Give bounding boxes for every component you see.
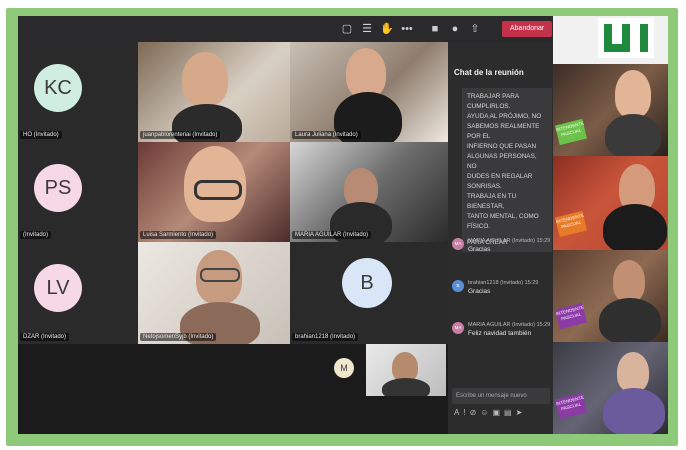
camera-icon[interactable]: ■	[428, 22, 442, 36]
video-tile: Luisa Sarmiento (Invitado)	[138, 142, 290, 242]
side-video-tile: INTENDENTE PASCUAL	[553, 342, 668, 434]
send-icon[interactable]: ➤	[516, 408, 527, 417]
chat-title: Chat de la reunión	[454, 68, 524, 77]
chat-line: DUDES EN REGALAR SONRISAS.	[467, 173, 533, 190]
chat-message-bubble: TRABAJAR PARA CUMPLIRLOS. AYUDA AL PRÓJI…	[462, 88, 552, 252]
meeting-toolbar: ▢ ☰ ✋ ••• ■ ● ⇧ Abandonar	[18, 16, 553, 42]
message-text: Gracias	[468, 246, 491, 253]
participant-name: Laura Juliana (Invitado)	[292, 131, 361, 139]
participant-name: NetojsomenSyjb (Invitado)	[140, 333, 217, 341]
filter-badge: INTENDENTE PASCUAL	[554, 118, 588, 146]
meeting-window: ▢ ☰ ✋ ••• ■ ● ⇧ Abandonar KC HO (Invitad…	[18, 16, 668, 434]
avatar: M	[334, 358, 354, 378]
filter-badge: INTENDENTE PASCUAL	[554, 210, 588, 238]
chat-line: TANTO MENTAL, COMO FÍSICO.	[467, 213, 539, 230]
participant-name: juanpablorenteriai (Invitado)	[140, 131, 221, 139]
chat-icon[interactable]: ▢	[340, 22, 354, 36]
participant-body	[599, 298, 661, 342]
video-tile	[366, 344, 446, 396]
side-video-panel: INTENDENTE PASCUAL INTENDENTE PASCUAL IN…	[553, 16, 668, 434]
raise-hand-icon[interactable]: ✋	[380, 22, 394, 36]
participant-face	[613, 260, 645, 302]
participant-body	[382, 378, 430, 396]
chat-line: TRABAJAR PARA CUMPLIRLOS.	[467, 93, 519, 110]
message-header: MARIA AGUILAR (Invitado) 15:29	[468, 238, 551, 244]
participant-tile: B brahian1218 (Invitado)	[290, 242, 448, 344]
chat-line: AYUDA AL PRÓJIMO, NO	[467, 113, 542, 120]
chat-line: SABEMOS REALMENTE POR EL	[467, 123, 540, 140]
side-video-tile: INTENDENTE PASCUAL	[553, 64, 668, 156]
participant-face	[182, 52, 228, 106]
more-icon[interactable]: •••	[400, 22, 414, 36]
overflow-row: M	[18, 344, 448, 396]
glasses-icon	[194, 180, 242, 200]
message-header: brahian1218 (Invitado) 15:29	[468, 280, 539, 286]
participant-tile: LV DZAR (Invitado)	[18, 242, 138, 344]
message-header: MARIA AGUILAR (Invitado) 15:29	[468, 322, 551, 328]
participant-name: brahian1218 (Invitado)	[292, 333, 359, 341]
participant-tile: PS (Invitado)	[18, 142, 138, 242]
chat-line: INFIERNO QUE PASAN	[467, 143, 537, 150]
participant-name: HO (Invitado)	[20, 131, 62, 139]
filter-badge: INTENDENTE PASCUAL	[554, 302, 588, 330]
chat-line: TRABAJA EN TU BIENESTAR,	[467, 193, 517, 210]
gif-icon[interactable]: ▣	[492, 408, 504, 417]
people-icon[interactable]: ☰	[360, 22, 374, 36]
chat-input[interactable]: Escribe un mensaje nuevo	[452, 388, 550, 404]
avatar: B	[452, 280, 464, 292]
participant-name: Luisa Sarmiento (Invitado)	[140, 231, 217, 239]
participant-body	[605, 114, 661, 156]
avatar: PS	[34, 164, 82, 212]
university-logo	[598, 18, 654, 58]
participant-name: (Invitado)	[20, 231, 52, 239]
compose-toolbar: A!⊘☺▣▤➤	[454, 408, 550, 417]
leave-button[interactable]: Abandonar	[502, 21, 552, 37]
participant-name: DZAR (Invitado)	[20, 333, 70, 341]
chat-panel: Chat de la reunión TRABAJAR PARA CUMPLIR…	[448, 42, 553, 434]
avatar: LV	[34, 264, 82, 312]
participant-face	[617, 352, 649, 392]
sticker-icon[interactable]: ▤	[504, 408, 516, 417]
avatar: MA	[452, 322, 464, 334]
video-tile: MARIA AGUILAR (Invitado)	[290, 142, 448, 242]
participant-tile: KC HO (Invitado)	[18, 42, 138, 142]
glasses-icon	[200, 268, 240, 282]
share-icon[interactable]: ⇧	[468, 22, 482, 36]
participant-body	[603, 204, 667, 250]
participant-name: MARIA AGUILAR (Invitado)	[292, 231, 372, 239]
side-video-tile: INTENDENTE PASCUAL	[553, 156, 668, 250]
filter-badge: INTENDENTE PASCUAL	[554, 392, 588, 420]
chat-line: ALGUNAS PERSONAS, NO	[467, 153, 537, 170]
participant-body	[603, 388, 665, 434]
mic-icon[interactable]: ●	[448, 22, 462, 36]
message-text: Gracias	[468, 288, 491, 295]
participant-face	[615, 70, 651, 118]
message-text: Feliz navidad también	[468, 330, 532, 337]
video-tile: NetojsomenSyjb (Invitado)	[138, 242, 290, 344]
avatar: MA	[452, 238, 464, 250]
emoji-icon[interactable]: ☺	[480, 408, 492, 417]
avatar: KC	[34, 64, 82, 112]
side-video-tile: INTENDENTE PASCUAL	[553, 250, 668, 342]
participant-face	[346, 48, 386, 98]
video-tile: Laura Juliana (Invitado)	[290, 42, 448, 142]
avatar: B	[342, 258, 392, 308]
attach-icon[interactable]: ⊘	[470, 408, 481, 417]
video-tile: juanpablorenteriai (Invitado)	[138, 42, 290, 142]
format-icon[interactable]: A	[454, 408, 463, 417]
